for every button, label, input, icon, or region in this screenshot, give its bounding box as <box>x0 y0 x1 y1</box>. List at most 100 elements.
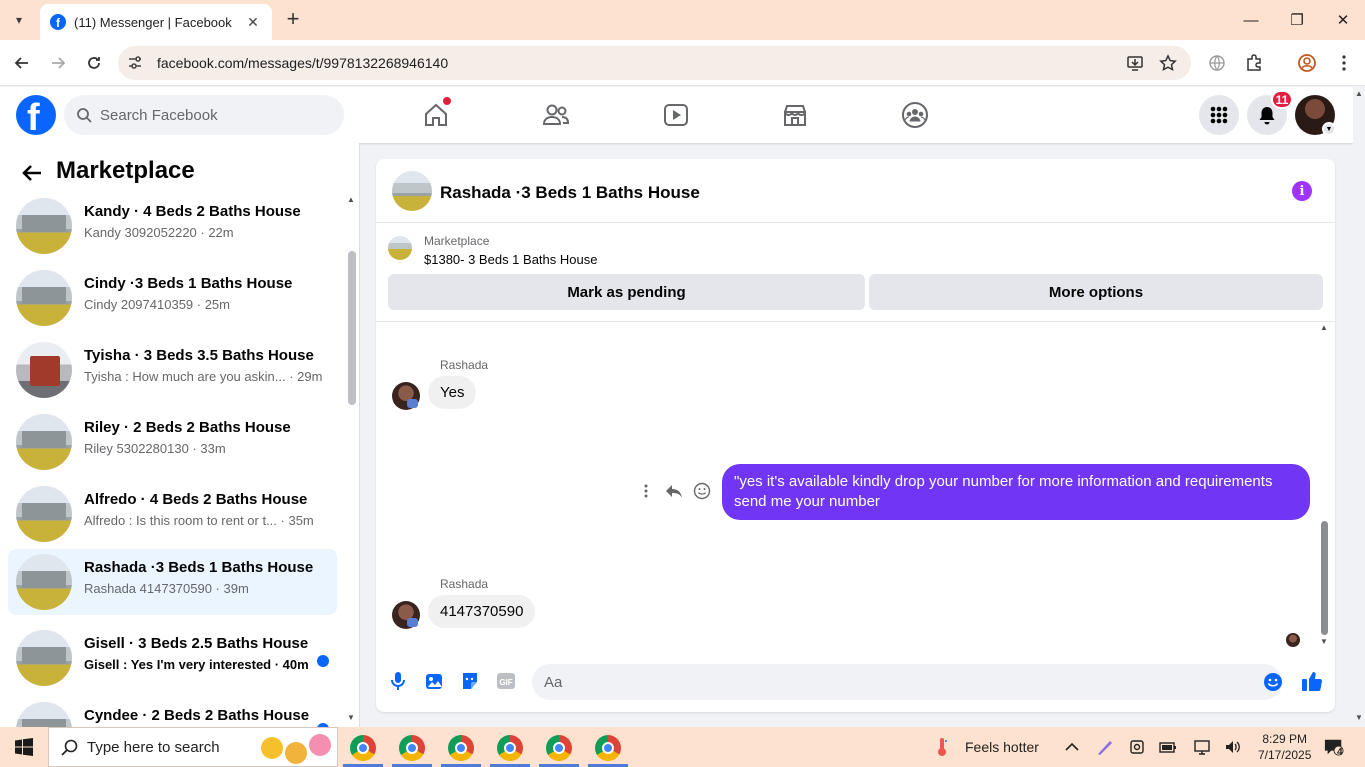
show-hidden-icons-chevron-up-icon[interactable] <box>1062 737 1082 757</box>
marketplace-listing-thumbnail[interactable] <box>388 236 412 260</box>
conversation-item[interactable]: Tyisha · 3 Beds 3.5 Baths House Tyisha :… <box>8 337 337 403</box>
reply-icon[interactable] <box>660 477 688 505</box>
extensions-icon[interactable] <box>1243 52 1265 74</box>
profile-icon[interactable] <box>1296 52 1318 74</box>
conversation-item[interactable]: Riley · 2 Beds 2 Baths House Riley 53022… <box>8 409 337 475</box>
outgoing-message[interactable]: "yes it's available kindly drop your num… <box>722 464 1310 520</box>
friends-nav-icon[interactable] <box>500 95 612 135</box>
listing-thumbnail <box>16 630 72 686</box>
mark-as-pending-button[interactable]: Mark as pending <box>388 274 865 310</box>
bookmark-star-icon[interactable] <box>1159 54 1177 72</box>
incoming-message[interactable]: Yes <box>428 376 477 409</box>
page-scrollbar[interactable]: ▲ ▼ <box>1353 87 1365 727</box>
sender-avatar[interactable] <box>392 601 420 629</box>
home-nav-icon[interactable] <box>380 95 492 135</box>
browser-tab[interactable]: f (11) Messenger | Facebook ✕ <box>40 4 272 40</box>
install-app-icon[interactable] <box>1126 54 1144 72</box>
account-chevron-down-icon[interactable]: ▼ <box>1322 122 1336 136</box>
volume-icon[interactable] <box>1223 737 1243 757</box>
back-button[interactable] <box>10 51 34 75</box>
scrollbar-thumb[interactable] <box>1321 521 1328 635</box>
conversation-item[interactable]: Kandy · 4 Beds 2 Baths House Kandy 30920… <box>8 193 337 259</box>
scrollbar-thumb[interactable] <box>348 251 356 405</box>
pen-icon[interactable] <box>1095 737 1115 757</box>
taskbar-search-input[interactable] <box>87 728 267 766</box>
address-bar[interactable]: facebook.com/messages/t/9978132268946140 <box>118 46 1191 80</box>
forward-button[interactable] <box>46 51 70 75</box>
browser-tab-strip: ▾ f (11) Messenger | Facebook ✕ + — ❐ ✕ <box>0 0 1365 40</box>
scroll-up-icon[interactable]: ▲ <box>1320 323 1328 332</box>
message-sender: Rashada <box>440 358 489 372</box>
conversation-name: Kandy · 4 Beds 2 Baths House <box>84 203 301 220</box>
conversation-item[interactable]: Cindy ·3 Beds 1 Baths House Cindy 209741… <box>8 265 337 331</box>
site-info-icon[interactable] <box>126 54 144 72</box>
chat-title[interactable]: Rashada ·3 Beds 1 Baths House <box>440 183 700 203</box>
gif-icon[interactable]: GIF <box>494 669 518 693</box>
conversation-preview: Rashada 4147370590 · 39m <box>84 581 249 596</box>
chrome-taskbar-icon[interactable] <box>595 735 621 761</box>
translate-icon[interactable] <box>1206 52 1228 74</box>
chrome-taskbar-icon[interactable] <box>399 735 425 761</box>
conversation-preview: Cindy 2097410359 · 25m <box>84 297 230 312</box>
chrome-taskbar-icon[interactable] <box>546 735 572 761</box>
facebook-logo[interactable]: f <box>16 95 56 135</box>
system-clock[interactable]: 8:29 PM 7/17/2025 <box>1258 731 1311 763</box>
chrome-taskbar-icon[interactable] <box>497 735 523 761</box>
chrome-taskbar-icon[interactable] <box>448 735 474 761</box>
groups-nav-icon[interactable] <box>859 95 971 135</box>
taskbar-search[interactable] <box>48 727 338 767</box>
search-icon <box>61 739 78 756</box>
scroll-down-icon[interactable]: ▼ <box>1355 713 1363 722</box>
like-thumbs-up-icon[interactable] <box>1300 669 1324 693</box>
emoji-icon[interactable] <box>1261 670 1285 694</box>
incoming-message[interactable]: 4147370590 <box>428 595 536 628</box>
more-options-button[interactable]: More options <box>869 274 1323 310</box>
chat-listing-avatar[interactable] <box>392 171 432 211</box>
sidebar-title: Marketplace <box>56 157 195 184</box>
browser-menu-icon[interactable] <box>1333 52 1355 74</box>
sidebar-scrollbar[interactable]: ▲ ▼ <box>346 193 358 727</box>
conversation-item[interactable]: Gisell · 3 Beds 2.5 Baths House Gisell :… <box>8 625 337 691</box>
windows-start-icon[interactable] <box>0 727 48 767</box>
back-arrow-icon[interactable] <box>16 157 48 189</box>
facebook-search-input[interactable] <box>100 95 330 135</box>
react-smiley-icon[interactable] <box>688 477 716 505</box>
unread-dot <box>317 655 329 667</box>
info-icon[interactable]: i <box>1292 181 1312 201</box>
weather-thermometer-icon[interactable] <box>932 737 952 757</box>
tab-search-chevron-icon[interactable]: ▾ <box>6 8 32 32</box>
listing-title[interactable]: $1380- 3 Beds 1 Baths House <box>424 252 597 267</box>
network-icon[interactable] <box>1192 737 1212 757</box>
message-input[interactable] <box>532 664 1282 700</box>
video-nav-icon[interactable] <box>620 95 732 135</box>
conversation-preview: Riley 5302280130 · 33m <box>84 441 226 456</box>
meet-now-icon[interactable] <box>1127 737 1147 757</box>
minimize-button[interactable]: — <box>1236 8 1266 32</box>
sender-avatar[interactable] <box>392 382 420 410</box>
chrome-taskbar-icon[interactable] <box>350 735 376 761</box>
photo-icon[interactable] <box>422 669 446 693</box>
weather-text[interactable]: Feels hotter <box>965 739 1039 755</box>
scroll-down-icon[interactable]: ▼ <box>347 713 355 722</box>
more-dots-icon[interactable] <box>632 477 660 505</box>
restore-button[interactable]: ❐ <box>1282 8 1312 32</box>
scroll-up-icon[interactable]: ▲ <box>1355 89 1363 98</box>
conversation-item-active[interactable]: Rashada ·3 Beds 1 Baths House Rashada 41… <box>8 549 337 615</box>
scroll-down-icon[interactable]: ▼ <box>1320 637 1328 646</box>
marketplace-nav-icon[interactable] <box>739 95 851 135</box>
conversation-item[interactable]: Alfredo · 4 Beds 2 Baths House Alfredo :… <box>8 481 337 547</box>
chat-scrollbar[interactable]: ▲ ▼ <box>1318 321 1330 651</box>
microphone-icon[interactable] <box>386 669 410 693</box>
reload-button[interactable] <box>82 51 106 75</box>
battery-icon[interactable] <box>1158 737 1178 757</box>
tab-close-icon[interactable]: ✕ <box>244 14 262 31</box>
menu-grid-button[interactable] <box>1199 95 1239 135</box>
listing-thumbnail <box>16 554 72 610</box>
close-window-button[interactable]: ✕ <box>1328 8 1358 32</box>
conversation-item[interactable]: Cyndee · 2 Beds 2 Baths House <box>8 697 337 727</box>
facebook-search[interactable] <box>64 95 344 135</box>
emoji-decoration-icon <box>261 737 283 759</box>
scroll-up-icon[interactable]: ▲ <box>347 195 355 204</box>
sticker-icon[interactable] <box>458 669 482 693</box>
new-tab-button[interactable]: + <box>282 8 304 32</box>
